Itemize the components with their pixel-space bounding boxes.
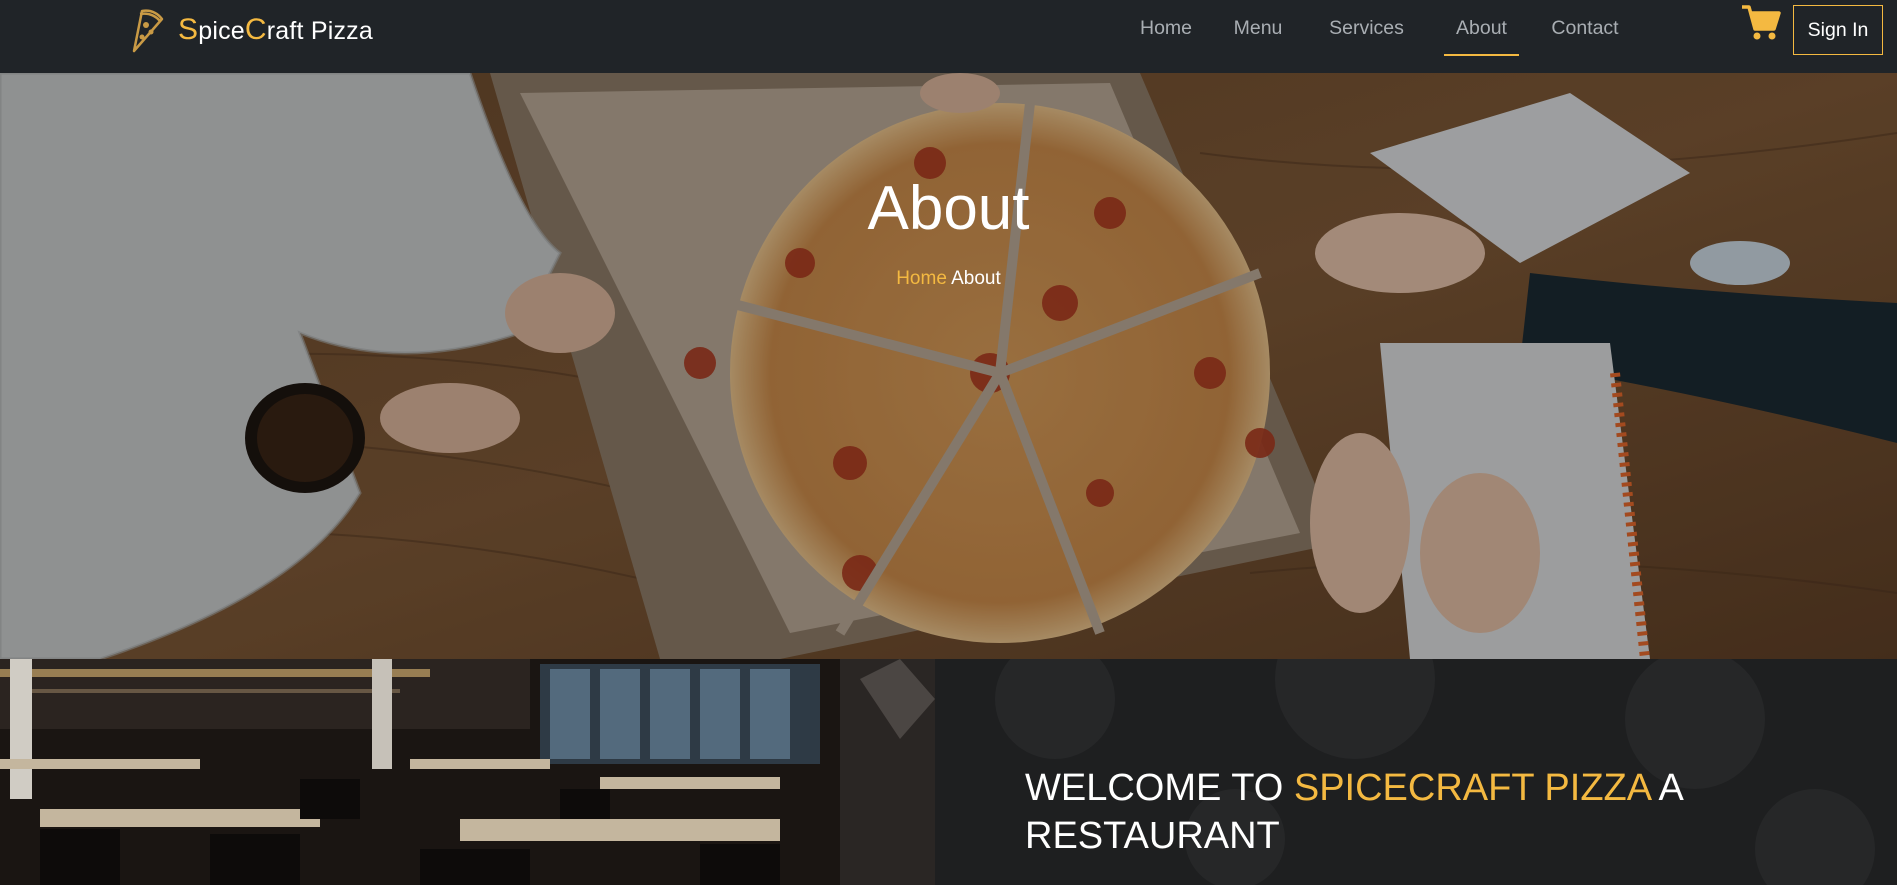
brand[interactable]: SpiceCraft Pizza <box>124 4 373 56</box>
sign-in-button[interactable]: Sign In <box>1793 5 1883 55</box>
nav-link-about[interactable]: About <box>1444 0 1519 56</box>
hero-overlay <box>0 73 1897 659</box>
nav-link-menu[interactable]: Menu <box>1212 0 1304 56</box>
welcome-heading: WELCOME TO SPICECRAFT PIZZA A RESTAURANT <box>1025 767 1682 857</box>
hero-banner: About Home About <box>0 73 1897 659</box>
cart-icon[interactable] <box>1741 3 1781 41</box>
brand-name: SpiceCraft Pizza <box>178 13 373 46</box>
breadcrumb: Home About <box>0 268 1897 290</box>
restaurant-name-highlight: SPICECRAFT PIZZA <box>1293 767 1650 809</box>
restaurant-interior-image <box>0 659 935 885</box>
nav-link-contact[interactable]: Contact <box>1535 0 1635 56</box>
nav-link-services[interactable]: Services <box>1304 0 1429 56</box>
page-title: About <box>867 174 1030 243</box>
breadcrumb-current: About <box>951 268 1001 289</box>
nav-link-home[interactable]: Home <box>1120 0 1212 56</box>
main-nav: Home Menu Services About Contact <box>1120 0 1635 56</box>
navbar: SpiceCraft Pizza Home Menu Services Abou… <box>0 0 1897 73</box>
welcome-section: WELCOME TO SPICECRAFT PIZZA A RESTAURANT <box>935 659 1897 885</box>
pizza-slice-icon <box>132 9 164 53</box>
breadcrumb-home-link[interactable]: Home <box>896 268 947 289</box>
